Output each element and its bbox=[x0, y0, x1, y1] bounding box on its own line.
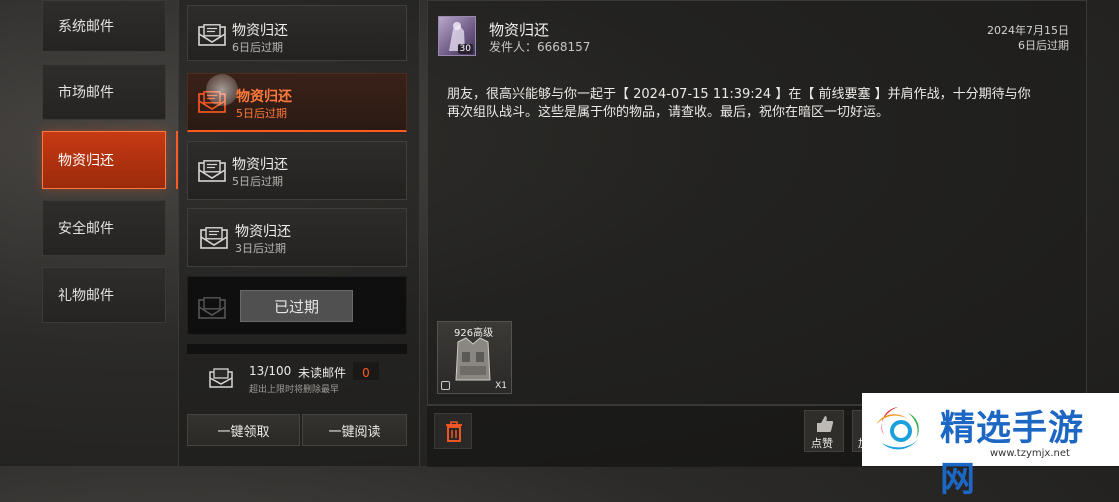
unread-count-badge: 0 bbox=[353, 362, 379, 380]
mail-title: 物资归还 bbox=[232, 157, 288, 173]
mail-item[interactable]: 物资归还 3日后过期 bbox=[187, 208, 407, 267]
thumbs-up-icon bbox=[817, 416, 834, 432]
watermark: 精选手游网 www.tzymjx.net bbox=[862, 393, 1119, 500]
like-button[interactable]: 点赞 bbox=[804, 410, 844, 452]
category-label: 礼物邮件 bbox=[58, 288, 114, 304]
mail-title: 物资归还 bbox=[236, 89, 292, 105]
envelope-icon bbox=[198, 160, 226, 182]
mail-item[interactable]: 物资归还 6日后过期 bbox=[187, 5, 407, 61]
category-label: 物资归还 bbox=[58, 153, 114, 169]
mail-item-expired[interactable]: 已过期 bbox=[187, 276, 407, 335]
mail-title: 物资归还 bbox=[235, 224, 291, 240]
mailbox-icon bbox=[209, 368, 233, 388]
mail-item-selected[interactable]: 物资归还 5日后过期 bbox=[187, 73, 407, 132]
claim-all-button[interactable]: 一键领取 bbox=[187, 414, 300, 446]
mail-item[interactable]: 物资归还 5日后过期 bbox=[187, 141, 407, 200]
mail-body: 朋友，很高兴能够与你一起于【 2024-07-15 11:39:24 】在【 前… bbox=[447, 86, 1072, 122]
detail-title: 物资归还 bbox=[489, 21, 550, 39]
mailbox-status: 13/100 未读邮件 0 超出上限时将删除最早 bbox=[187, 355, 407, 405]
category-system-mail[interactable]: 系统邮件 bbox=[42, 0, 166, 52]
sender-avatar: 30 bbox=[438, 16, 476, 56]
detail-sender: 发件人：6668157 bbox=[489, 40, 591, 54]
attachment-type-icon bbox=[441, 381, 450, 390]
envelope-icon bbox=[198, 297, 226, 319]
category-label: 安全邮件 bbox=[58, 221, 114, 237]
mail-detail-panel bbox=[427, 0, 1087, 405]
category-gift-mail[interactable]: 礼物邮件 bbox=[42, 267, 166, 323]
delete-button[interactable] bbox=[434, 413, 472, 449]
watermark-logo-icon bbox=[876, 407, 919, 450]
expired-badge: 已过期 bbox=[240, 290, 353, 322]
unread-label: 未读邮件 bbox=[298, 366, 347, 380]
mail-body-line: 朋友，很高兴能够与你一起于【 2024-07-15 11:39:24 】在【 前… bbox=[447, 87, 1031, 102]
detail-expiry: 6日后过期 bbox=[1018, 39, 1069, 52]
claim-all-label: 一键领取 bbox=[217, 424, 270, 440]
mail-title: 物资归还 bbox=[232, 23, 288, 39]
category-market-mail[interactable]: 市场邮件 bbox=[42, 64, 166, 120]
envelope-icon bbox=[200, 227, 228, 249]
mail-item-partial bbox=[187, 344, 407, 354]
unread-count: 0 bbox=[362, 366, 370, 380]
expired-label: 已过期 bbox=[273, 297, 319, 316]
category-label: 系统邮件 bbox=[58, 19, 114, 35]
read-all-button[interactable]: 一键阅读 bbox=[302, 414, 407, 446]
mail-limit-note: 超出上限时将删除最早 bbox=[249, 385, 340, 395]
watermark-url: www.tzymjx.net bbox=[990, 448, 1070, 459]
mail-count: 13/100 bbox=[249, 364, 292, 378]
mail-body-line: 再次组队战斗。这些是属于你的物品，请查收。最后，祝你在暗区一切好运。 bbox=[447, 105, 890, 120]
armor-vest-icon bbox=[455, 337, 491, 381]
attachment-count: X1 bbox=[495, 381, 507, 391]
category-label: 市场邮件 bbox=[58, 85, 114, 101]
touch-highlight bbox=[206, 74, 238, 106]
category-supply-return[interactable]: 物资归还 bbox=[42, 131, 166, 189]
mail-expiry: 6日后过期 bbox=[232, 41, 283, 54]
like-label: 点赞 bbox=[811, 437, 833, 450]
mail-expiry: 5日后过期 bbox=[232, 175, 283, 188]
attachment-item[interactable]: 926高级 X1 bbox=[437, 321, 512, 394]
detail-date: 2024年7月15日 bbox=[987, 24, 1069, 37]
category-security-mail[interactable]: 安全邮件 bbox=[42, 200, 166, 256]
trash-icon bbox=[446, 421, 462, 442]
read-all-label: 一键阅读 bbox=[328, 424, 381, 440]
avatar-level: 30 bbox=[457, 44, 473, 54]
envelope-icon bbox=[198, 24, 226, 46]
mail-expiry: 3日后过期 bbox=[235, 242, 286, 255]
mail-expiry: 5日后过期 bbox=[236, 107, 287, 120]
